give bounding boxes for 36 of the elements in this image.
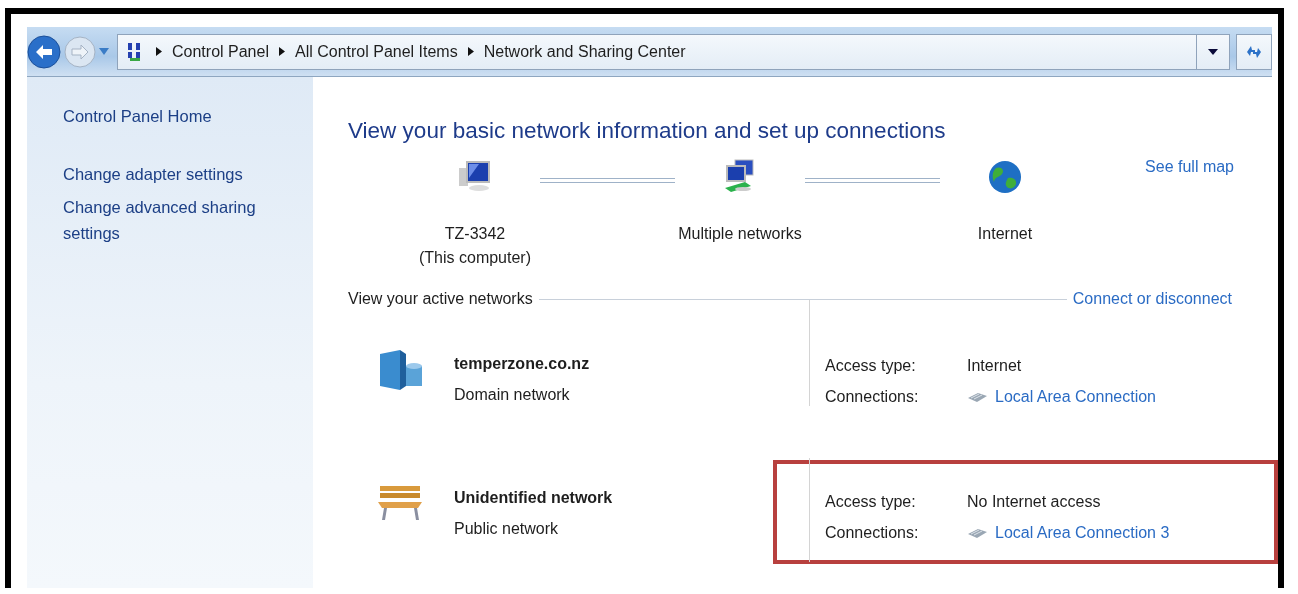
breadcrumb-item[interactable]: Network and Sharing Center	[483, 42, 686, 61]
network-name: Unidentified network	[454, 488, 613, 508]
connection-link[interactable]: Local Area Connection 3	[995, 517, 1170, 548]
network-type: Public network	[454, 519, 560, 539]
network-cable-icon	[967, 526, 989, 539]
breadcrumb-item[interactable]: All Control Panel Items	[294, 42, 458, 61]
access-type: No Internet access	[967, 492, 1102, 512]
see-full-map-link[interactable]: See full map	[1145, 158, 1234, 176]
connect-link[interactable]: Connect or disconnect	[1072, 290, 1232, 308]
connection-link[interactable]: Local Area Connection	[995, 381, 1156, 412]
breadcrumb-item[interactable]: Control Panel	[172, 42, 269, 61]
node-label: Multiple networks	[678, 224, 802, 244]
node-label: Internet	[977, 224, 1033, 244]
access-type: Internet	[967, 356, 1023, 376]
sidebar-link[interactable]: Control Panel Home	[63, 103, 283, 129]
network-cable-icon	[967, 390, 989, 403]
field-label: Access type:	[825, 356, 917, 376]
sidebar-link[interactable]: Change adapter settings	[63, 161, 283, 187]
dropdown-icon[interactable]	[99, 48, 109, 55]
computer-icon	[457, 160, 493, 194]
chevron-icon	[278, 47, 285, 56]
section-title: View your active networks	[348, 290, 533, 308]
field-label: Access type:	[825, 492, 917, 512]
network-type: Domain network	[454, 385, 571, 405]
sidebar-link[interactable]: Change advanced sharing settings	[63, 194, 283, 246]
caret-icon[interactable]	[1208, 48, 1218, 55]
globe-icon	[988, 160, 1022, 194]
chevron-icon	[467, 47, 474, 56]
field-label: Connections:	[825, 387, 920, 407]
field-label: Connections:	[825, 523, 920, 543]
page-heading: View your basic network information and set up connections	[348, 118, 947, 144]
chevron-icon	[156, 47, 162, 56]
network-name: temperzone.co.nz	[454, 354, 590, 374]
node-label: TZ-3342	[444, 224, 506, 244]
node-sublabel: (This computer)	[419, 248, 531, 268]
back-icon[interactable]	[27, 34, 61, 69]
